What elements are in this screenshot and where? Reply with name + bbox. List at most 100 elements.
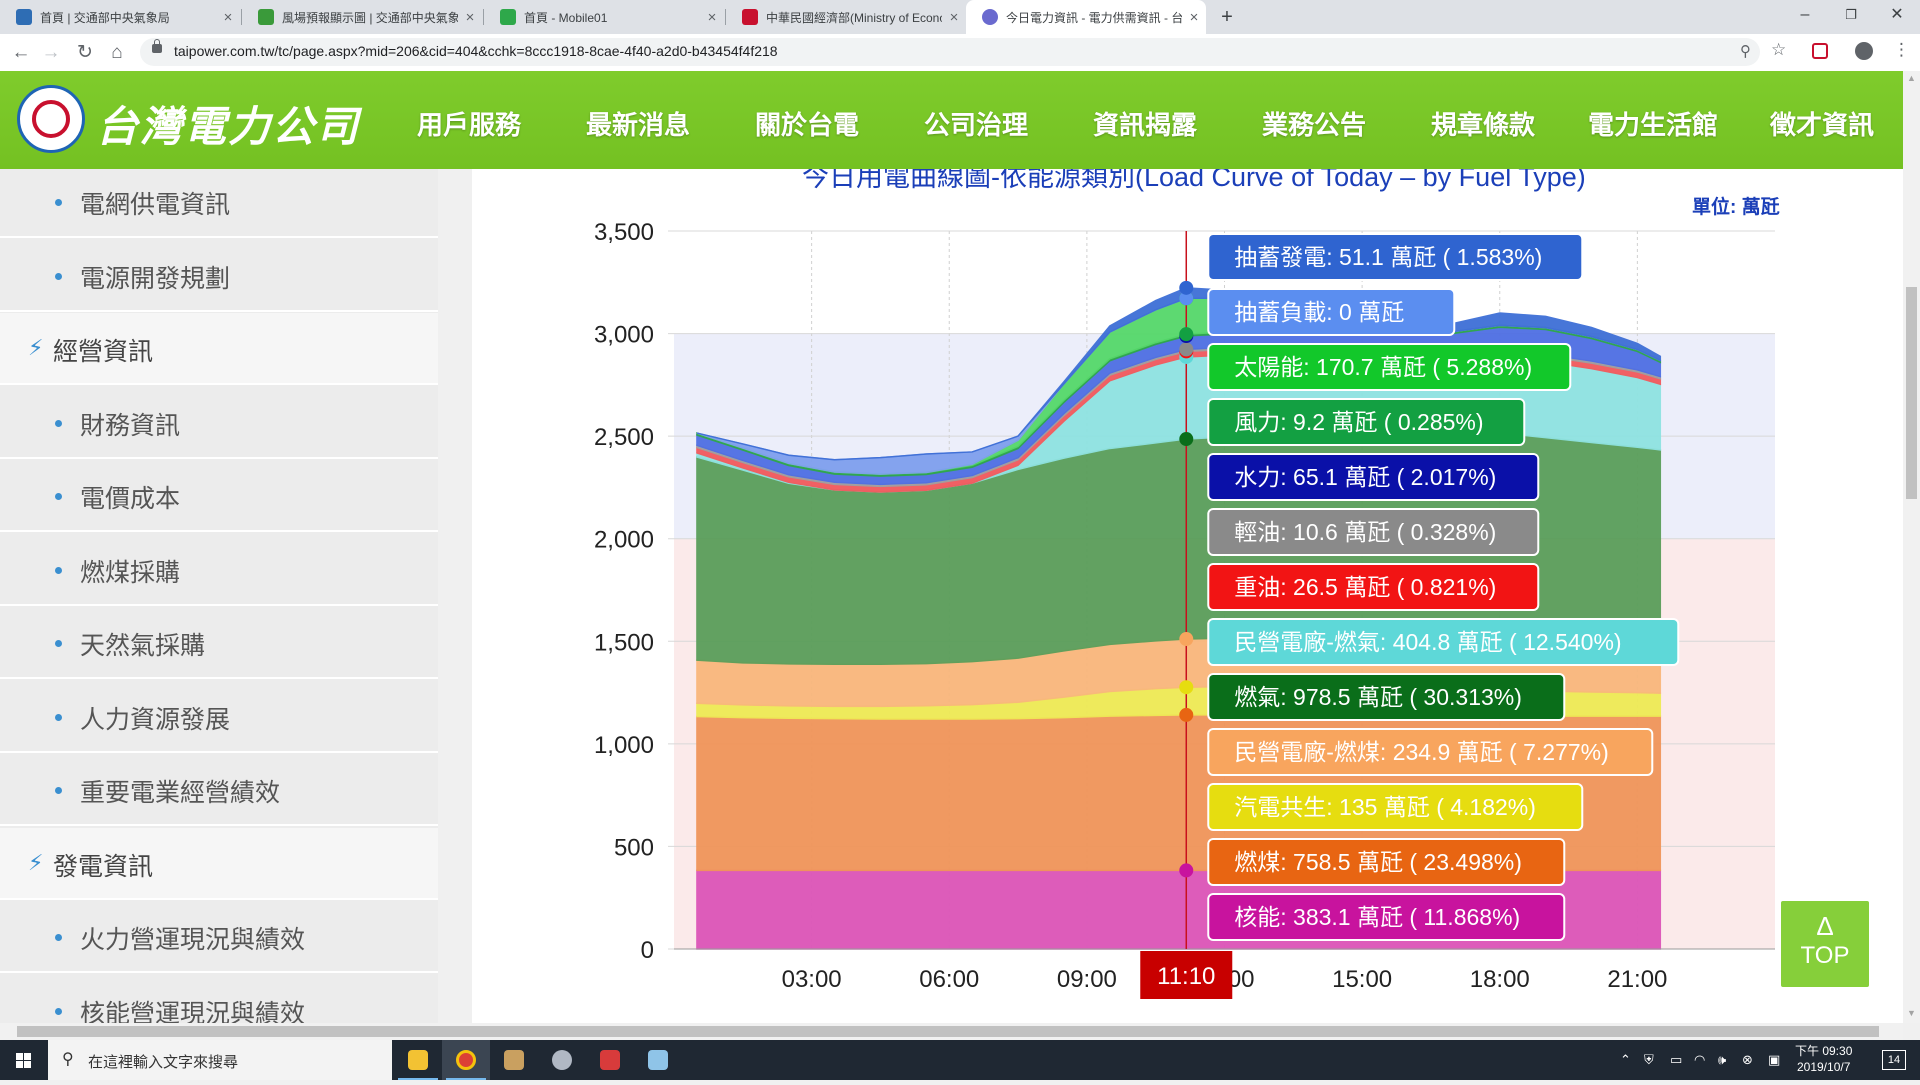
home-icon[interactable]: ⌂: [103, 39, 131, 67]
up-triangle-icon: Δ: [1816, 911, 1834, 941]
series-point[interactable]: [1179, 432, 1194, 447]
scroll-up-icon[interactable]: ▲: [1907, 73, 1916, 83]
windows-taskbar: ⚲ 在這裡輸入文字來搜尋 ⌃ ⛨ ▭ ◠ 🕪 ⊗ ▣ 下午 09:30 2019…: [0, 1040, 1920, 1080]
address-bar[interactable]: taipower.com.tw/tc/page.aspx?mid=206&cid…: [140, 38, 1760, 66]
bullet-dot-icon: [55, 1007, 62, 1015]
extension-icon[interactable]: [1812, 43, 1828, 59]
search-placeholder: 在這裡輸入文字來搜尋: [88, 1054, 239, 1071]
taskbar-app[interactable]: [538, 1040, 586, 1080]
nav-item[interactable]: 公司治理: [924, 105, 1028, 142]
bookmark-star-icon[interactable]: ☆: [1771, 40, 1786, 60]
zoom-icon[interactable]: ⚲: [1740, 42, 1751, 60]
taskbar-app[interactable]: [490, 1040, 538, 1080]
series-point[interactable]: [1179, 327, 1194, 342]
y-tick-label: 2,000: [594, 527, 654, 554]
nav-item[interactable]: 關於台電: [755, 105, 859, 142]
tab-title: 今日電力資訊 - 電力供需資訊 - 台灣電力公司: [1006, 10, 1182, 25]
taskbar-search-box[interactable]: ⚲ 在這裡輸入文字來搜尋: [48, 1040, 392, 1080]
nav-item[interactable]: 最新消息: [586, 105, 690, 142]
nav-item[interactable]: 徵才資訊: [1770, 105, 1874, 142]
tray-chevron-icon[interactable]: ⌃: [1620, 1052, 1631, 1068]
series-tooltip-text: 太陽能: 170.7 萬瓩 ( 5.288%): [1234, 354, 1532, 380]
x-tick-label: 18:00: [1470, 966, 1530, 993]
scrollbar-thumb[interactable]: [17, 1026, 1879, 1037]
sidebar-item[interactable]: 天然氣採購: [0, 607, 438, 679]
maximize-button[interactable]: ❐: [1828, 0, 1874, 34]
more-menu-icon[interactable]: ⋮: [1893, 40, 1910, 60]
bullet-dot-icon: [55, 199, 62, 206]
lock-icon: [152, 39, 162, 53]
series-point[interactable]: [1179, 680, 1194, 695]
nav-item[interactable]: 業務公告: [1262, 105, 1366, 142]
taskbar-app[interactable]: [634, 1040, 682, 1080]
forward-arrow-icon[interactable]: →: [37, 39, 65, 67]
series-point[interactable]: [1179, 632, 1194, 647]
security-icon[interactable]: ⛨: [1644, 1052, 1654, 1068]
close-window-button[interactable]: ✕: [1874, 0, 1920, 34]
back-to-top-button[interactable]: Δ TOP: [1781, 901, 1869, 987]
close-tab-icon[interactable]: ×: [700, 9, 724, 26]
x-tick-label: 06:00: [919, 966, 979, 993]
cursor-time-label: 11:10: [1157, 963, 1215, 990]
app-icon: [504, 1050, 524, 1070]
nav-item[interactable]: 電力生活館: [1588, 105, 1718, 142]
bullet-dot-icon: [55, 272, 62, 280]
close-tab-icon[interactable]: ×: [216, 9, 240, 26]
sidebar-item[interactable]: 電網供電資訊: [0, 169, 438, 238]
taskbar-clock[interactable]: 下午 09:30 2019/10/7: [1795, 1043, 1852, 1075]
volume-icon[interactable]: 🕪: [1718, 1052, 1726, 1068]
sidebar-item[interactable]: 財務資訊: [0, 387, 438, 459]
browser-tab[interactable]: 首頁 | 交通部中央氣象局 ×: [0, 0, 240, 34]
sidebar-item[interactable]: 電價成本: [0, 460, 438, 532]
scroll-down-icon[interactable]: ▼: [1907, 1008, 1916, 1018]
tab-title: 首頁 | 交通部中央氣象局: [40, 10, 170, 25]
taskbar-app[interactable]: [586, 1040, 634, 1080]
new-tab-button[interactable]: +: [1214, 4, 1240, 30]
site-header: 台灣電力公司 用戶服務 最新消息 關於台電 公司治理 資訊揭露 業務公告 規章條…: [0, 71, 1903, 169]
series-point[interactable]: [1179, 342, 1194, 357]
windows-start-icon[interactable]: [0, 1040, 48, 1080]
horizontal-scrollbar[interactable]: [0, 1023, 1903, 1040]
close-tab-icon[interactable]: ×: [942, 9, 966, 26]
close-tab-icon[interactable]: ×: [458, 9, 482, 26]
close-tab-icon[interactable]: ×: [1182, 9, 1206, 26]
minimize-button[interactable]: –: [1782, 0, 1828, 34]
taipower-logo[interactable]: [17, 85, 85, 153]
series-point[interactable]: [1179, 863, 1194, 878]
ime-icon[interactable]: ▣: [1768, 1052, 1780, 1068]
sidebar-item[interactable]: 電源開發規劃: [0, 240, 438, 312]
vertical-scrollbar[interactable]: ▲ ▼: [1903, 71, 1920, 1023]
browser-tab[interactable]: 風場預報顯示圖 | 交通部中央氣象局 ×: [242, 0, 482, 34]
series-point[interactable]: [1179, 280, 1194, 295]
bullet-dot-icon: [55, 713, 62, 721]
browser-tab-active[interactable]: 今日電力資訊 - 電力供需資訊 - 台灣電力公司 ×: [966, 0, 1206, 34]
sidebar-category[interactable]: ⚡ 發電資訊: [0, 827, 438, 900]
file-explorer-app[interactable]: [394, 1040, 442, 1080]
nav-item-active[interactable]: 資訊揭露: [1093, 105, 1197, 142]
battery-icon[interactable]: ▭: [1670, 1052, 1682, 1068]
nav-item[interactable]: 規章條款: [1431, 105, 1535, 142]
back-arrow-icon[interactable]: ←: [7, 39, 35, 67]
series-point[interactable]: [1179, 707, 1194, 722]
chrome-app[interactable]: [442, 1040, 490, 1080]
sidebar-item[interactable]: 燃煤採購: [0, 534, 438, 606]
reload-icon[interactable]: ↻: [71, 39, 99, 67]
browser-tab[interactable]: 中華民國經濟部(Ministry of Economic Affairs) ×: [726, 0, 966, 34]
series-tooltip-text: 風力: 9.2 萬瓩 ( 0.285%): [1234, 409, 1483, 435]
sidebar-item[interactable]: 人力資源發展: [0, 681, 438, 753]
tray-app-icon[interactable]: ⊗: [1742, 1052, 1753, 1068]
wifi-icon[interactable]: ◠: [1694, 1052, 1705, 1068]
load-curve-chart[interactable]: 0 500 1,000 1,500 2,000 2,500 3,000 3,500 03:00 0…: [472, 169, 1903, 1023]
sidebar-item[interactable]: 核能營運現況與績效: [0, 975, 438, 1023]
notification-center-icon[interactable]: 14: [1882, 1050, 1906, 1070]
profile-avatar-icon[interactable]: [1855, 42, 1873, 60]
scrollbar-thumb[interactable]: [1906, 287, 1917, 499]
nav-item[interactable]: 用戶服務: [417, 105, 521, 142]
site-name[interactable]: 台灣電力公司: [96, 93, 360, 154]
eye-icon: [16, 9, 32, 25]
browser-tab[interactable]: 首頁 - Mobile01 ×: [484, 0, 724, 34]
sidebar-item[interactable]: 火力營運現況與績效: [0, 901, 438, 973]
y-tick-label: 1,000: [594, 732, 654, 759]
sidebar-item[interactable]: 重要電業經營績效: [0, 754, 438, 826]
sidebar-category[interactable]: ⚡ 經營資訊: [0, 313, 438, 385]
